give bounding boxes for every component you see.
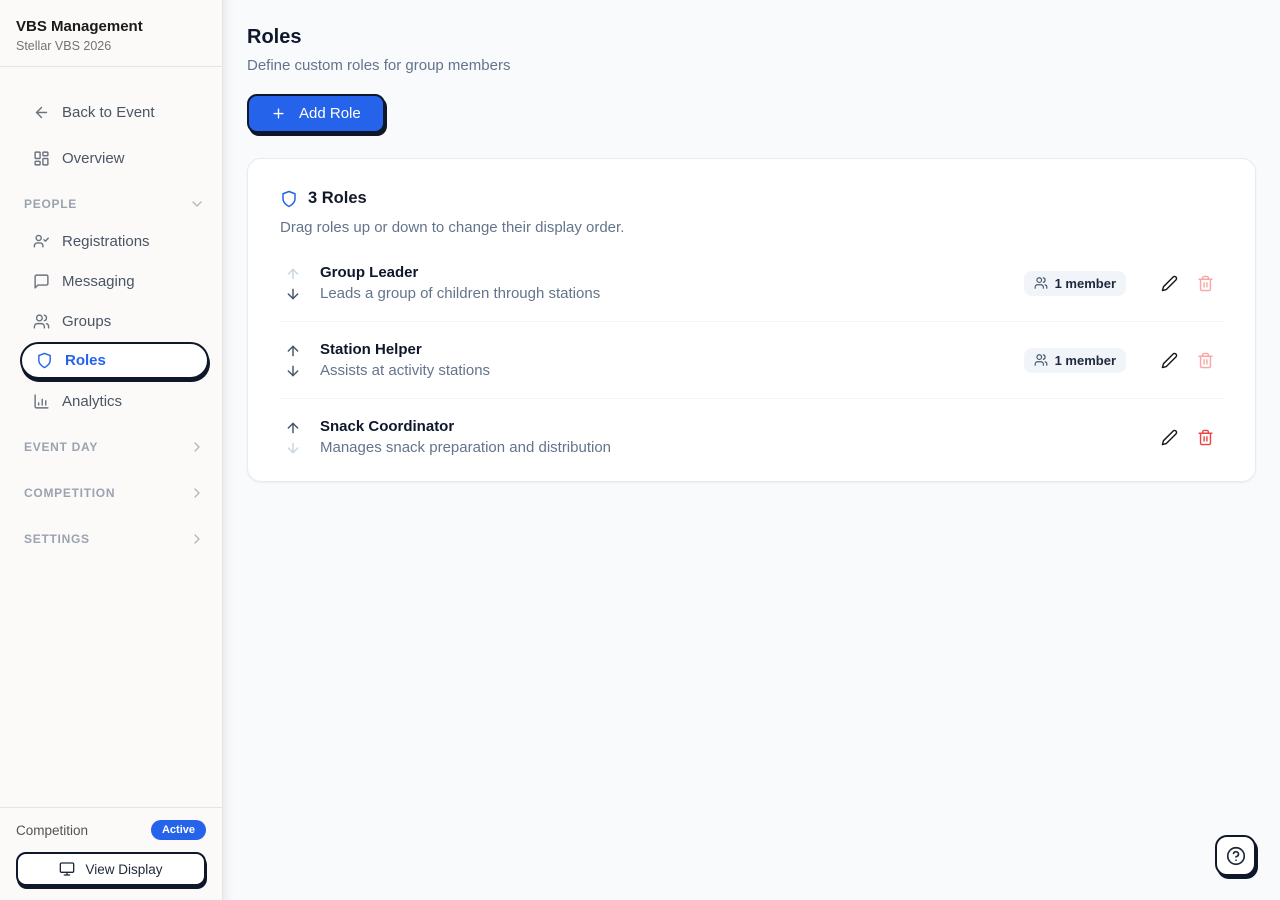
roles-card: 3 Roles Drag roles up or down to change … [247,158,1256,482]
roles-list: Group Leader Leads a group of children t… [280,245,1223,475]
chart-column-icon [33,393,50,410]
move-role-down-button[interactable] [285,363,301,378]
arrow-down-icon [285,286,301,302]
app-title: VBS Management [16,18,206,35]
sidebar-item-registrations[interactable]: Registrations [0,221,222,261]
arrow-left-icon [33,104,50,121]
user-check-icon [33,233,50,250]
section-label: EVENT DAY [24,440,98,454]
member-count-badge: 1 member [1024,271,1126,296]
trash-icon [1197,429,1214,446]
move-role-up-button[interactable] [285,266,301,281]
move-role-up-button[interactable] [285,343,301,358]
help-button[interactable] [1215,835,1256,876]
pencil-icon [1161,352,1178,369]
plus-icon [271,106,286,121]
member-count-label: 1 member [1055,276,1116,291]
move-role-down-button[interactable] [285,286,301,301]
view-display-label: View Display [85,862,162,877]
competition-status-label: Competition [16,823,88,838]
collapsed-sections-group: EVENT DAY COMPETITION SETTINGS [0,427,222,559]
role-row: Snack Coordinator Manages snack preparat… [280,399,1223,475]
chevron-right-icon [189,531,205,547]
delete-role-button[interactable] [1187,419,1223,455]
section-label: PEOPLE [24,197,77,211]
trash-icon [1197,275,1214,292]
shield-icon [36,352,53,369]
role-description: Leads a group of children through statio… [320,285,600,302]
sidebar-nav: Back to Event Overview PEOPLE Registrati… [0,67,222,807]
sidebar-item-label: Overview [62,150,125,167]
move-role-up-button[interactable] [285,420,301,435]
section-header-event-day[interactable]: EVENT DAY [0,427,222,467]
back-to-event-link[interactable]: Back to Event [0,89,222,135]
add-role-label: Add Role [299,105,361,122]
role-description: Manages snack preparation and distributi… [320,439,611,456]
dashboard-grid-icon [33,150,50,167]
section-header-people[interactable]: PEOPLE [0,187,222,221]
sidebar-header: VBS Management Stellar VBS 2026 [0,0,222,67]
arrow-down-icon [285,440,301,456]
sidebar-item-roles[interactable]: Roles [20,342,209,379]
chevron-right-icon [189,439,205,455]
sidebar-item-groups[interactable]: Groups [0,301,222,341]
sidebar-item-label: Groups [62,313,111,330]
sidebar-item-overview[interactable]: Overview [0,135,222,181]
users-icon [1034,276,1048,290]
main-content: Roles Define custom roles for group memb… [223,0,1280,900]
people-items-group: Registrations Messaging Groups Roles Ana… [0,221,222,421]
sidebar-item-analytics[interactable]: Analytics [0,381,222,421]
event-name: Stellar VBS 2026 [16,39,206,53]
arrow-up-icon [285,343,301,359]
section-header-competition[interactable]: COMPETITION [0,473,222,513]
arrow-up-icon [285,420,301,436]
section-label: COMPETITION [24,486,115,500]
role-row: Station Helper Assists at activity stati… [280,322,1223,399]
drag-hint-text: Drag roles up or down to change their di… [280,219,1223,236]
edit-role-button[interactable] [1151,342,1187,378]
page-title: Roles [247,26,1256,49]
edit-role-button[interactable] [1151,265,1187,301]
users-icon [1034,353,1048,367]
monitor-icon [59,861,75,877]
delete-role-button[interactable] [1187,342,1223,378]
page-subtitle: Define custom roles for group members [247,57,1256,74]
arrow-up-icon [285,266,301,282]
pencil-icon [1161,429,1178,446]
add-role-button[interactable]: Add Role [247,94,385,133]
role-name: Group Leader [320,264,600,281]
status-badge: Active [151,820,206,840]
sidebar-item-label: Analytics [62,393,122,410]
section-header-settings[interactable]: SETTINGS [0,519,222,559]
role-name: Snack Coordinator [320,418,611,435]
move-role-down-button[interactable] [285,440,301,455]
chevron-down-icon [189,196,205,212]
help-circle-icon [1225,845,1247,867]
shield-icon [280,190,298,208]
sidebar-item-messaging[interactable]: Messaging [0,261,222,301]
view-display-button[interactable]: View Display [16,852,206,886]
role-row: Group Leader Leads a group of children t… [280,245,1223,322]
sidebar: VBS Management Stellar VBS 2026 Back to … [0,0,223,900]
roles-count-title: 3 Roles [308,189,367,208]
arrow-down-icon [285,363,301,379]
trash-icon [1197,352,1214,369]
message-square-icon [33,273,50,290]
sidebar-item-label: Registrations [62,233,150,250]
edit-role-button[interactable] [1151,419,1187,455]
pencil-icon [1161,275,1178,292]
member-count-badge: 1 member [1024,348,1126,373]
back-to-event-label: Back to Event [62,104,155,121]
section-label: SETTINGS [24,532,90,546]
users-icon [33,313,50,330]
sidebar-footer: Competition Active View Display [0,807,222,900]
role-description: Assists at activity stations [320,362,490,379]
sidebar-item-label: Roles [65,352,106,369]
chevron-right-icon [189,485,205,501]
delete-role-button[interactable] [1187,265,1223,301]
member-count-label: 1 member [1055,353,1116,368]
role-name: Station Helper [320,341,490,358]
sidebar-item-label: Messaging [62,273,135,290]
